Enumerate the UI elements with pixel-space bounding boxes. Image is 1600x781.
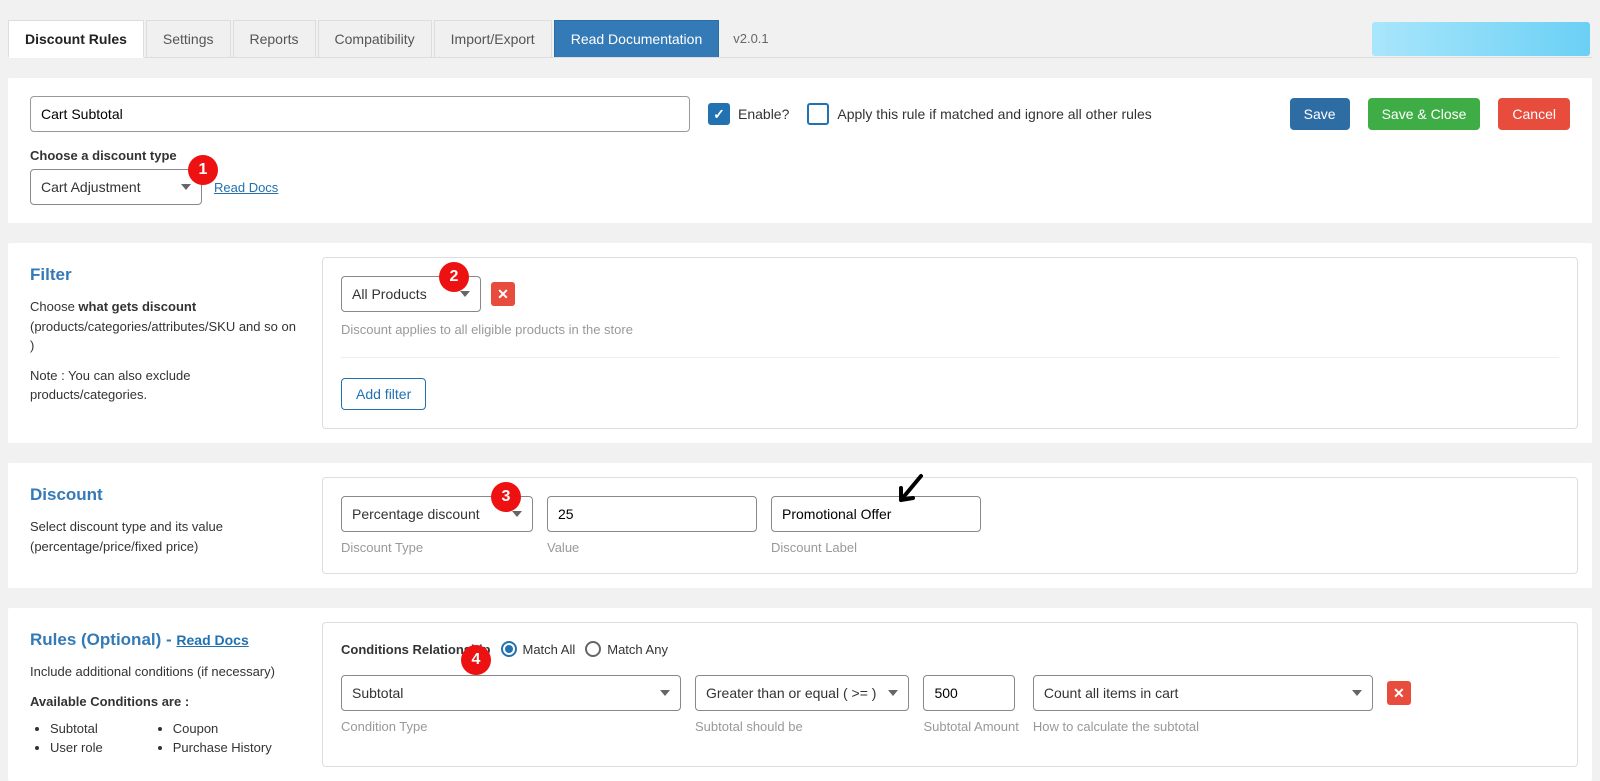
chevron-down-icon <box>512 511 522 517</box>
operator-value: Greater than or equal ( >= ) <box>706 685 876 701</box>
condition-type-select[interactable]: Subtotal <box>341 675 681 711</box>
save-button[interactable]: Save <box>1290 98 1350 130</box>
discount-title: Discount <box>30 485 300 505</box>
apply-ignore-checkbox[interactable] <box>807 103 829 125</box>
match-all-radio[interactable] <box>501 641 517 657</box>
discount-type-label: Choose a discount type <box>30 148 1570 163</box>
subtotal-amount-input[interactable] <box>923 675 1015 711</box>
tab-compatibility[interactable]: Compatibility <box>318 20 432 57</box>
annotation-badge-1: 1 <box>188 155 218 185</box>
filter-desc: Choose what gets discount (products/cate… <box>30 297 300 356</box>
condition-type-label: Condition Type <box>341 719 681 734</box>
chevron-down-icon <box>888 690 898 696</box>
discount-value-input[interactable] <box>547 496 757 532</box>
chevron-down-icon <box>181 184 191 190</box>
enable-label: Enable? <box>738 106 789 122</box>
tab-import-export[interactable]: Import/Export <box>434 20 552 57</box>
filter-title: Filter <box>30 265 300 285</box>
annotation-badge-3: 3 <box>491 482 521 512</box>
discount-type-select[interactable]: Cart Adjustment <box>30 169 202 205</box>
tab-reports[interactable]: Reports <box>233 20 316 57</box>
conditions-list-col1: Subtotal User role <box>30 721 103 759</box>
operator-label: Subtotal should be <box>695 719 909 734</box>
read-docs-link[interactable]: Read Docs <box>214 180 278 195</box>
filter-note: Note : You can also exclude products/cat… <box>30 366 300 405</box>
discount-desc: Select discount type and its value (perc… <box>30 517 300 556</box>
arrow-annotation-icon <box>891 472 931 512</box>
annotation-badge-2: 2 <box>439 262 469 292</box>
tab-read-documentation[interactable]: Read Documentation <box>554 20 720 57</box>
subtotal-amount-label: Subtotal Amount <box>923 719 1018 734</box>
add-filter-button[interactable]: Add filter <box>341 378 426 410</box>
match-all-label: Match All <box>523 642 576 657</box>
match-any-label: Match Any <box>607 642 668 657</box>
annotation-badge-4: 4 <box>461 645 491 675</box>
chevron-down-icon <box>460 291 470 297</box>
version-label: v2.0.1 <box>721 21 780 56</box>
rules-title: Rules (Optional) - Read Docs <box>30 630 300 650</box>
discount-type-field-label: Discount Type <box>341 540 533 555</box>
filter-select-value: All Products <box>352 286 427 302</box>
close-icon: ✕ <box>497 286 509 303</box>
discount-label-field-label: Discount Label <box>771 540 981 555</box>
remove-condition-button[interactable]: ✕ <box>1387 681 1411 705</box>
rules-include-text: Include additional conditions (if necess… <box>30 662 300 682</box>
operator-select[interactable]: Greater than or equal ( >= ) <box>695 675 909 711</box>
remove-filter-button[interactable]: ✕ <box>491 282 515 306</box>
save-close-button[interactable]: Save & Close <box>1368 98 1481 130</box>
calc-select[interactable]: Count all items in cart <box>1033 675 1373 711</box>
rule-name-input[interactable] <box>30 96 690 132</box>
condition-type-value: Subtotal <box>352 685 403 701</box>
discount-label-input[interactable] <box>771 496 981 532</box>
discount-type-value: Cart Adjustment <box>41 179 141 195</box>
discount-type-field-value: Percentage discount <box>352 506 480 522</box>
chevron-down-icon <box>1352 690 1362 696</box>
filter-hint: Discount applies to all eligible product… <box>341 322 1559 337</box>
chevron-down-icon <box>660 690 670 696</box>
available-conditions-label: Available Conditions are : <box>30 692 300 712</box>
enable-checkbox[interactable] <box>708 103 730 125</box>
match-any-radio[interactable] <box>585 641 601 657</box>
brand-strip <box>1372 22 1590 56</box>
calc-label: How to calculate the subtotal <box>1033 719 1373 734</box>
apply-ignore-label: Apply this rule if matched and ignore al… <box>837 106 1151 122</box>
rules-read-docs-link[interactable]: Read Docs <box>176 632 248 648</box>
conditions-list-col2: Coupon Purchase History <box>153 721 272 759</box>
cancel-button[interactable]: Cancel <box>1498 98 1570 130</box>
tab-settings[interactable]: Settings <box>146 20 231 57</box>
calc-value: Count all items in cart <box>1044 685 1179 701</box>
discount-value-label: Value <box>547 540 757 555</box>
tab-discount-rules[interactable]: Discount Rules <box>8 20 144 58</box>
close-icon: ✕ <box>1393 685 1405 702</box>
